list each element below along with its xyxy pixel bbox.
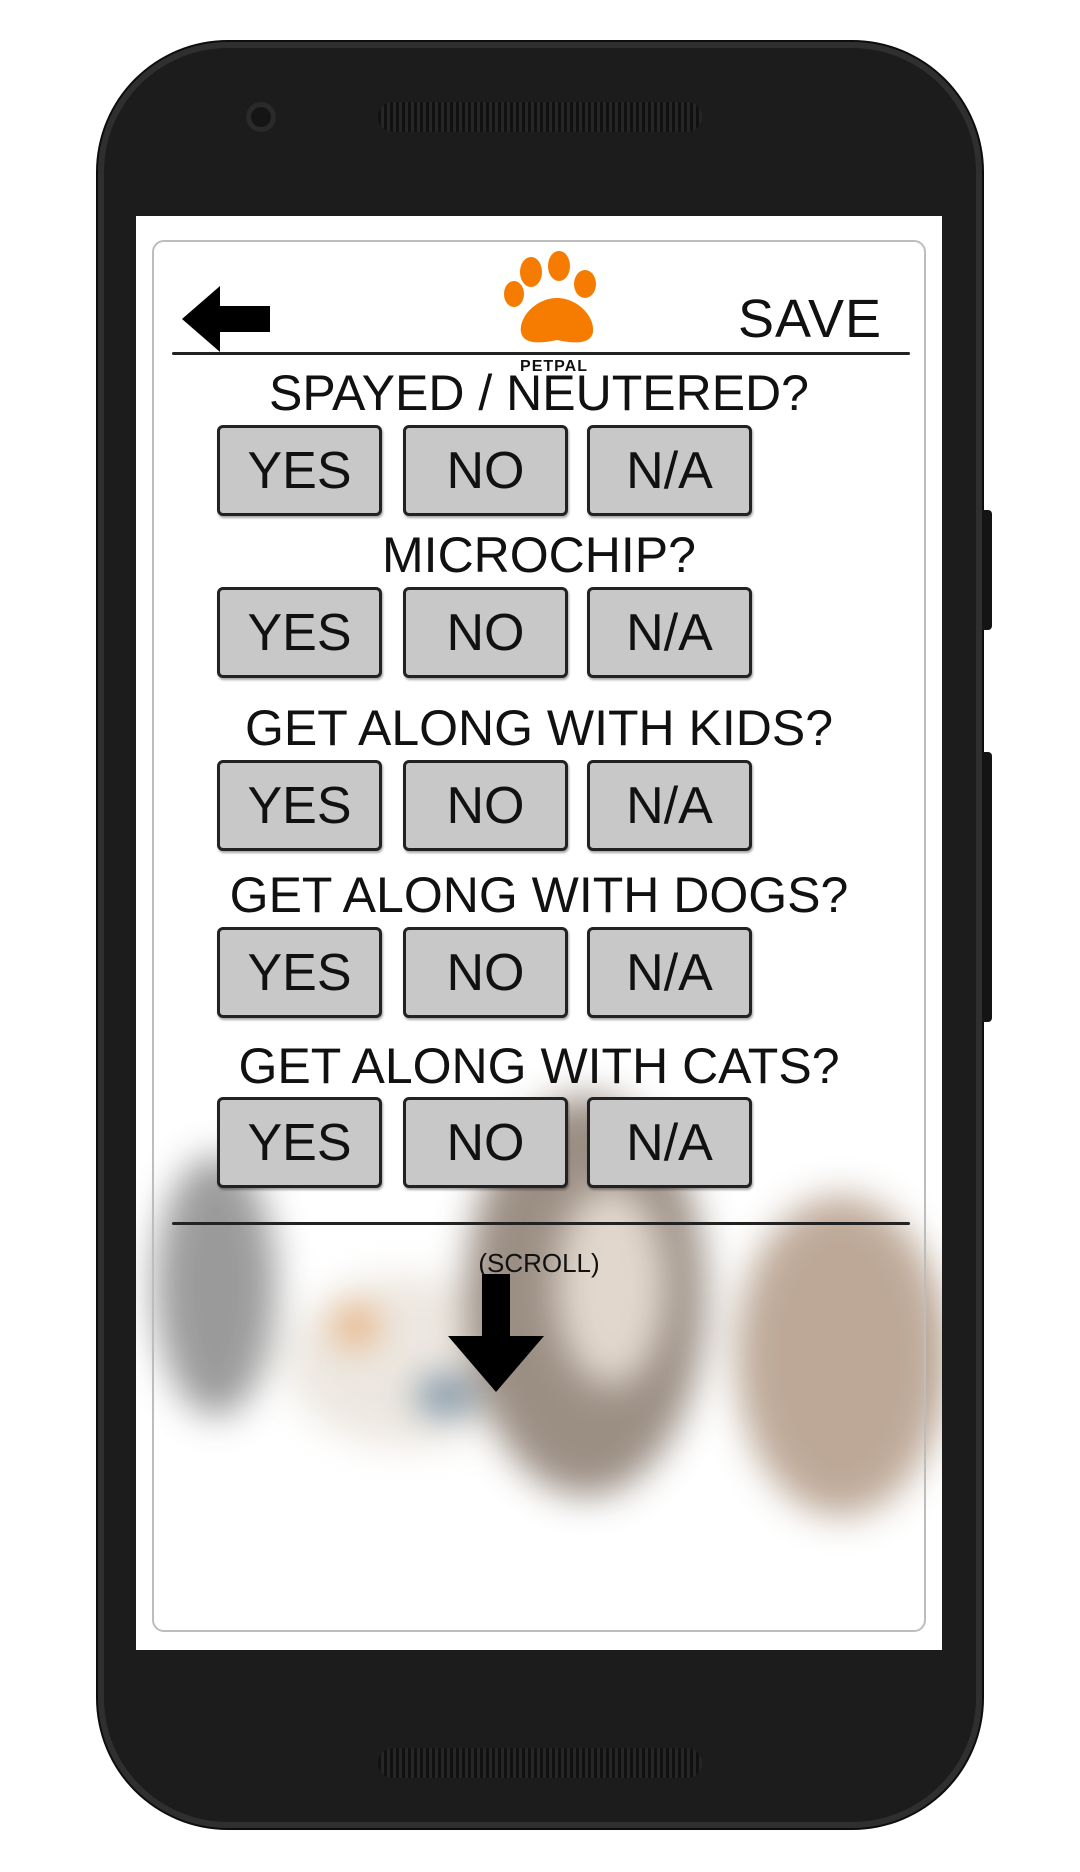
volume-button bbox=[982, 752, 992, 1022]
cats-yes-button[interactable]: YES bbox=[217, 1097, 382, 1188]
spayed-no-button[interactable]: NO bbox=[403, 425, 568, 516]
microchip-na-button[interactable]: N/A bbox=[587, 587, 752, 678]
kids-na-button[interactable]: N/A bbox=[587, 760, 752, 851]
kids-yes-button[interactable]: YES bbox=[217, 760, 382, 851]
cats-no-button[interactable]: NO bbox=[403, 1097, 568, 1188]
back-arrow-icon[interactable] bbox=[182, 286, 272, 352]
cats-na-button[interactable]: N/A bbox=[587, 1097, 752, 1188]
pet-details-card: PETPAL SAVE SPAYED / NEUTERED? YES NO N/… bbox=[152, 240, 926, 1632]
bottom-speaker bbox=[378, 1748, 702, 1778]
question-spayed-neutered: SPAYED / NEUTERED? bbox=[269, 365, 809, 421]
microchip-no-button[interactable]: NO bbox=[403, 587, 568, 678]
header-divider bbox=[172, 352, 910, 355]
scroll-down-arrow-icon[interactable] bbox=[448, 1274, 544, 1392]
question-cats: GET ALONG WITH CATS? bbox=[238, 1038, 840, 1094]
footer-divider bbox=[172, 1222, 910, 1225]
power-button bbox=[982, 510, 992, 630]
question-dogs: GET ALONG WITH DOGS? bbox=[229, 867, 849, 923]
phone-frame: PETPAL SAVE SPAYED / NEUTERED? YES NO N/… bbox=[98, 42, 992, 1828]
spayed-na-button[interactable]: N/A bbox=[587, 425, 752, 516]
spayed-yes-button[interactable]: YES bbox=[217, 425, 382, 516]
kids-no-button[interactable]: NO bbox=[403, 760, 568, 851]
dogs-yes-button[interactable]: YES bbox=[217, 927, 382, 1018]
front-camera bbox=[246, 102, 276, 132]
app-screen: PETPAL SAVE SPAYED / NEUTERED? YES NO N/… bbox=[136, 216, 942, 1650]
dogs-no-button[interactable]: NO bbox=[403, 927, 568, 1018]
petpal-logo: PETPAL bbox=[499, 248, 609, 378]
save-button[interactable]: SAVE bbox=[738, 288, 882, 350]
question-kids: GET ALONG WITH KIDS? bbox=[244, 700, 834, 756]
paw-print-icon bbox=[504, 251, 596, 343]
earpiece-speaker bbox=[378, 102, 702, 132]
question-microchip: MICROCHIP? bbox=[382, 527, 696, 583]
microchip-yes-button[interactable]: YES bbox=[217, 587, 382, 678]
dogs-na-button[interactable]: N/A bbox=[587, 927, 752, 1018]
